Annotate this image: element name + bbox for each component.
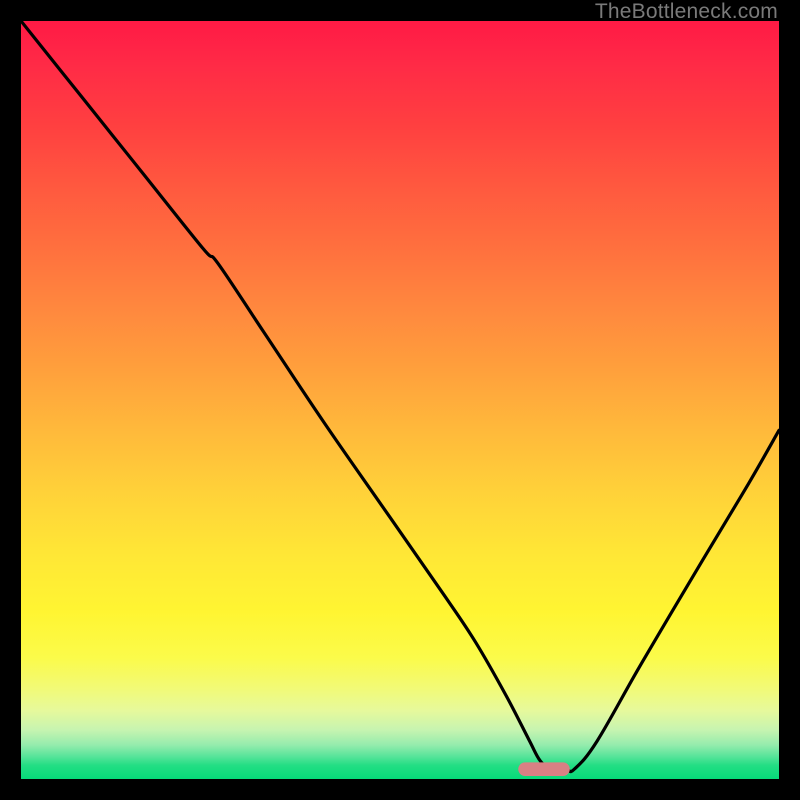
plot-area xyxy=(21,21,779,779)
curve-layer xyxy=(21,21,779,779)
chart-frame: TheBottleneck.com xyxy=(0,0,800,800)
watermark-text: TheBottleneck.com xyxy=(595,0,778,24)
bottleneck-curve xyxy=(21,21,779,772)
optimum-marker xyxy=(518,762,570,776)
